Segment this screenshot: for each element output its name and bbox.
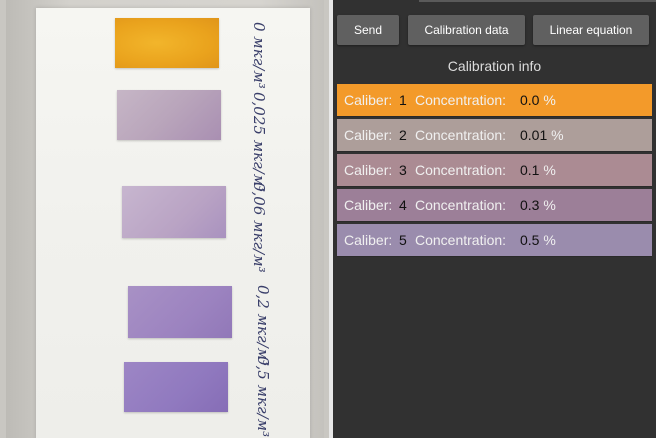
linear-equation-button[interactable]: Linear equation [533, 15, 649, 45]
handwritten-label-4: 0,2 мкг/м³ [254, 285, 272, 367]
calibration-row[interactable]: Caliber: 5 Concentration: 0.5 % [337, 224, 652, 257]
concentration-number: 0.1 [520, 162, 540, 178]
concentration-number: 0.3 [520, 197, 540, 213]
concentration-unit: % [543, 197, 556, 213]
caliber-value: 4 [399, 197, 407, 213]
caliber-label: Caliber: [344, 162, 393, 178]
concentration-number: 0.5 [520, 232, 540, 248]
test-strip-4 [128, 286, 232, 338]
concentration-value: 0.5 % [520, 224, 556, 256]
handwritten-label-2: 0,025 мкг/м³ [250, 92, 268, 193]
calibration-photo: 0 мкг/м³ 0,025 мкг/м³ 0,06 мкг/м³ 0,2 мк… [0, 0, 329, 438]
concentration-label: Concentration: [415, 197, 507, 213]
caliber-label: Caliber: [344, 197, 393, 213]
concentration-value: 0.1 % [520, 154, 556, 186]
concentration-value: 0.0 % [520, 84, 556, 116]
caliber-value: 5 [399, 232, 407, 248]
caliber-label: Caliber: [344, 92, 393, 108]
calibration-info-title: Calibration info [447, 58, 542, 74]
concentration-unit: % [543, 92, 556, 108]
concentration-unit: % [543, 232, 556, 248]
calibration-row[interactable]: Caliber: 1 Concentration: 0.0 % [337, 84, 652, 117]
concentration-unit: % [551, 127, 564, 143]
concentration-label: Concentration: [415, 232, 507, 248]
concentration-number: 0.0 [520, 92, 540, 108]
test-strip-3 [122, 186, 226, 238]
test-strip-1 [115, 18, 219, 68]
calibration-data-button[interactable]: Calibration data [408, 15, 525, 45]
app-panel: Send Calibration data Linear equation Ca… [333, 0, 656, 438]
calibration-row[interactable]: Caliber: 3 Concentration: 0.1 % [337, 154, 652, 187]
caliber-label: Caliber: [344, 232, 393, 248]
test-strip-2 [117, 90, 221, 140]
send-button[interactable]: Send [337, 15, 399, 45]
caliber-value: 1 [399, 92, 407, 108]
concentration-number: 0.01 [520, 127, 548, 143]
concentration-value: 0.01 % [520, 119, 564, 151]
caliber-label: Caliber: [344, 127, 393, 143]
handwritten-label-1: 0 мкг/м³ [250, 22, 268, 89]
concentration-label: Concentration: [415, 162, 507, 178]
handwritten-label-5: 0,5 мкг/м³ [254, 356, 272, 438]
caliber-value: 2 [399, 127, 407, 143]
concentration-unit: % [543, 162, 556, 178]
concentration-label: Concentration: [415, 92, 507, 108]
caliber-value: 3 [399, 162, 407, 178]
handwritten-label-3: 0,06 мкг/м³ [250, 182, 268, 273]
top-divider-line [419, 0, 656, 2]
test-strip-5 [124, 362, 228, 412]
concentration-label: Concentration: [415, 127, 507, 143]
concentration-value: 0.3 % [520, 189, 556, 221]
calibration-row[interactable]: Caliber: 2 Concentration: 0.01 % [337, 119, 652, 152]
calibration-row[interactable]: Caliber: 4 Concentration: 0.3 % [337, 189, 652, 222]
